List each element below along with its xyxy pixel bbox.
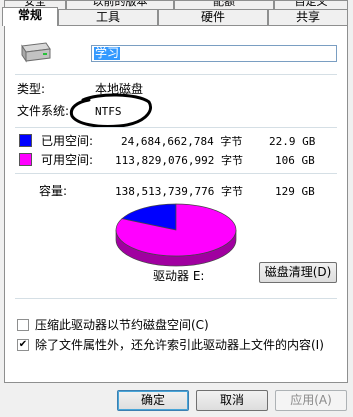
capacity-bytes: 138,513,739,776 字节	[115, 185, 243, 198]
tab-general[interactable]: 常规	[2, 7, 58, 26]
tab-tools[interactable]: 工具	[58, 9, 158, 26]
divider-bottom	[15, 298, 337, 299]
free-space-size: 106 GB	[275, 154, 315, 167]
apply-button[interactable]: 应用(A)	[275, 390, 347, 411]
handdrawn-circle-mark	[69, 93, 152, 128]
used-space-bytes: 24,684,662,784 字节	[121, 135, 243, 148]
tab-hardware[interactable]: 硬件	[158, 9, 268, 26]
disk-cleanup-button[interactable]: 磁盘清理(D)	[259, 262, 337, 283]
drive-caption: 驱动器 E:	[153, 269, 205, 283]
compress-label[interactable]: 压缩此驱动器以节约磁盘空间(C)	[35, 318, 209, 332]
type-label: 类型:	[17, 82, 46, 96]
used-space-label: 已用空间:	[41, 134, 94, 148]
drive-name-value: 学习	[94, 46, 121, 60]
capacity-size: 129 GB	[275, 185, 315, 198]
free-space-bytes: 113,829,076,992 字节	[115, 154, 243, 167]
index-checkbox[interactable]: ✔	[17, 339, 29, 351]
disk-usage-pie	[115, 203, 237, 267]
free-space-label: 可用空间:	[41, 153, 94, 167]
index-label[interactable]: 除了文件属性外，还允许索引此驱动器上文件的内容(I)	[35, 338, 324, 352]
tab-customize[interactable]: 自定义	[274, 0, 348, 9]
compress-checkbox[interactable]	[17, 319, 29, 331]
tab-previous-versions[interactable]: 以前的版本	[66, 0, 174, 9]
capacity-label: 容量:	[39, 184, 68, 198]
file-system-label: 文件系统:	[17, 104, 70, 118]
free-space-swatch	[19, 153, 32, 166]
used-space-size: 22.9 GB	[269, 135, 316, 148]
general-panel: 学习 类型: 本地磁盘 文件系统: NTFS 已用空间: 24,684,662,…	[4, 25, 348, 383]
divider-top	[15, 74, 337, 75]
drive-name-field[interactable]: 学习	[91, 45, 337, 62]
tab-quota[interactable]: 配额	[174, 0, 274, 9]
cancel-button[interactable]: 取消	[196, 390, 268, 411]
drive-icon	[21, 42, 51, 63]
divider-mid	[15, 127, 337, 128]
divider-capacity	[15, 173, 337, 174]
ok-button[interactable]: 确定	[117, 390, 189, 411]
tab-sharing[interactable]: 共享	[268, 9, 348, 26]
used-space-swatch	[19, 134, 32, 147]
